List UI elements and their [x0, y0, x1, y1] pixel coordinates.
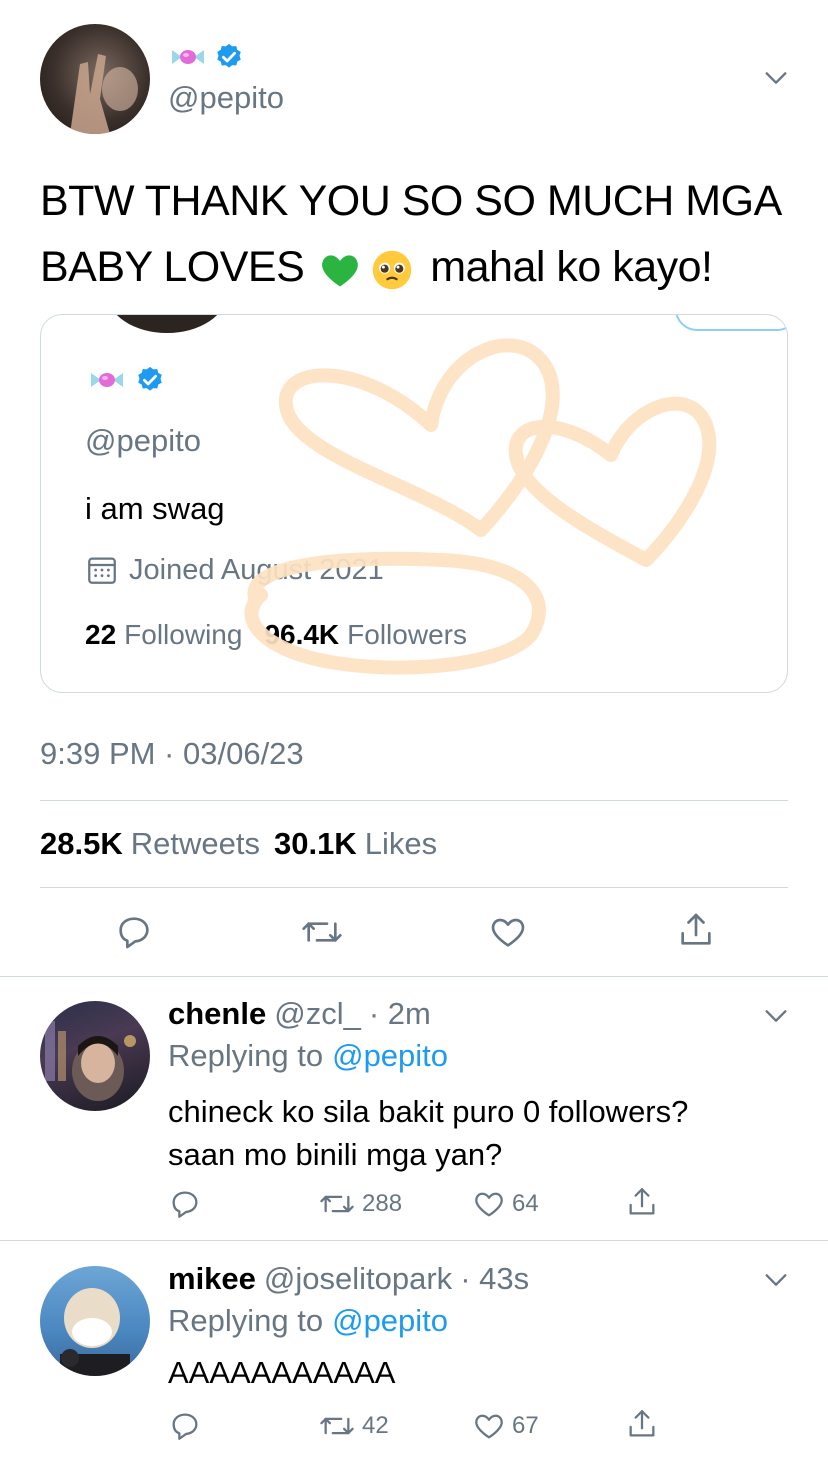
- like-count[interactable]: 30.1K: [274, 826, 357, 862]
- like-button[interactable]: 64: [472, 1187, 539, 1221]
- divider: [0, 1240, 828, 1241]
- retweet-button[interactable]: 288: [318, 1187, 402, 1221]
- replying-to: Replying to @pepito: [168, 1303, 448, 1339]
- reply-header: mikee @joselitopark · 43s: [168, 1261, 529, 1297]
- verified-badge-icon: [217, 43, 241, 68]
- like-count: 67: [512, 1412, 539, 1439]
- retweet-icon: [302, 922, 342, 942]
- heart-icon: [491, 918, 525, 947]
- tweet-text-line2-prefix: BABY LOVES: [40, 243, 305, 291]
- reply-text: AAAAAAAAAAA: [168, 1355, 396, 1390]
- green-heart-emoji: [318, 245, 362, 289]
- like-count: 64: [512, 1190, 539, 1217]
- author-display-name[interactable]: [168, 42, 244, 72]
- retweet-count: 42: [362, 1412, 389, 1439]
- like-button[interactable]: 67: [472, 1409, 539, 1443]
- reply-button[interactable]: [168, 1409, 202, 1443]
- followers-label: Followers: [347, 619, 467, 650]
- reply-button[interactable]: [114, 912, 154, 952]
- tweet-text-line1: BTW THANK YOU SO SO MUCH MGA: [40, 177, 782, 225]
- avatar-photo: [60, 1288, 130, 1376]
- retweet-button[interactable]: [300, 912, 344, 952]
- author-handle[interactable]: @pepito: [168, 80, 284, 116]
- share-icon: [629, 1188, 655, 1215]
- profile-bio: i am swag: [85, 491, 225, 526]
- reply-icon: [119, 917, 149, 949]
- share-button[interactable]: [676, 910, 716, 950]
- reply-time: · 43s: [460, 1261, 530, 1296]
- tweet-timestamp: 9:39 PM · 03/06/23: [40, 736, 304, 771]
- share-icon: [681, 913, 711, 945]
- profile-avatar-crop: [107, 315, 227, 333]
- divider: [40, 800, 788, 801]
- tweet-text-line2: BABY LOVES mahal ko kayo!: [40, 234, 800, 300]
- share-button[interactable]: [625, 1185, 659, 1219]
- like-button[interactable]: [488, 912, 528, 952]
- retweet-button[interactable]: 42: [318, 1409, 389, 1443]
- avatar-photo: [70, 54, 138, 134]
- reply-avatar[interactable]: [40, 1001, 150, 1111]
- reply-icon: [172, 1191, 198, 1218]
- retweet-icon: [320, 1195, 354, 1213]
- followers-count: 96.4K: [264, 619, 340, 650]
- following-count: 22: [85, 619, 117, 650]
- scribble-heart-right: [508, 396, 717, 567]
- avatar-photo: [45, 1021, 136, 1101]
- verified-badge-icon: [138, 366, 162, 391]
- replying-to-handle[interactable]: @pepito: [332, 1303, 448, 1339]
- engagement-counts: 28.5K Retweets 30.1K Likes: [40, 826, 437, 862]
- reply-button[interactable]: [168, 1187, 202, 1221]
- reply-icon: [172, 1413, 198, 1440]
- candy-icon: [172, 50, 204, 64]
- likes-label[interactable]: Likes: [365, 826, 437, 862]
- profile-display-name: [87, 365, 165, 395]
- embedded-profile-card[interactable]: @pepito i am swag Joined August 2021 22 …: [40, 314, 788, 693]
- chevron-down-icon[interactable]: [762, 1266, 790, 1294]
- chevron-down-icon[interactable]: [762, 1002, 790, 1030]
- profile-joined-text: Joined August 2021: [129, 553, 384, 586]
- profile-handle: @pepito: [85, 423, 201, 458]
- reply-author-name[interactable]: mikee: [168, 1261, 256, 1297]
- retweets-label[interactable]: Retweets: [131, 826, 260, 862]
- reply-text-line1: chineck ko sila bakit puro 0 followers?: [168, 1094, 689, 1129]
- reply-text: chineck ko sila bakit puro 0 followers? …: [168, 1090, 688, 1176]
- candy-icon: [91, 373, 123, 387]
- tweet-text-line2-suffix: mahal ko kayo!: [430, 243, 713, 291]
- heart-icon: [475, 1414, 503, 1439]
- retweet-count: 288: [362, 1190, 403, 1217]
- profile-stats: 22 Following 96.4K Followers: [85, 619, 467, 651]
- reply-author-handle[interactable]: @zcl_: [274, 996, 361, 1032]
- pleading-face-emoji: [370, 245, 414, 290]
- reply-time: · 2m: [368, 996, 431, 1031]
- chevron-down-icon[interactable]: [762, 64, 790, 92]
- share-icon: [629, 1410, 655, 1437]
- reply-avatar[interactable]: [40, 1266, 150, 1376]
- following-label: Following: [124, 619, 243, 650]
- retweet-count[interactable]: 28.5K: [40, 826, 123, 862]
- reply-text-line2: saan mo binili mga yan?: [168, 1137, 503, 1172]
- author-avatar[interactable]: [40, 24, 150, 134]
- retweet-icon: [320, 1417, 354, 1435]
- divider: [0, 976, 828, 977]
- replying-to-label: Replying to: [168, 1303, 324, 1338]
- share-button[interactable]: [625, 1407, 659, 1441]
- follow-button-edge: [675, 315, 787, 331]
- calendar-icon: [88, 557, 116, 584]
- reply-author-name[interactable]: chenle: [168, 996, 266, 1032]
- reply-author-handle[interactable]: @joselitopark: [264, 1261, 452, 1297]
- heart-icon: [475, 1192, 503, 1217]
- replying-to-handle[interactable]: @pepito: [332, 1038, 448, 1074]
- divider: [40, 887, 788, 888]
- tweet-text: BTW THANK YOU SO SO MUCH MGA BABY LOVES …: [40, 168, 800, 300]
- replying-to: Replying to @pepito: [168, 1038, 448, 1074]
- profile-joined: Joined August 2021: [85, 553, 384, 587]
- replying-to-label: Replying to: [168, 1038, 324, 1073]
- scribble-heart-left: [278, 338, 560, 537]
- reply-header: chenle @zcl_ · 2m: [168, 996, 431, 1032]
